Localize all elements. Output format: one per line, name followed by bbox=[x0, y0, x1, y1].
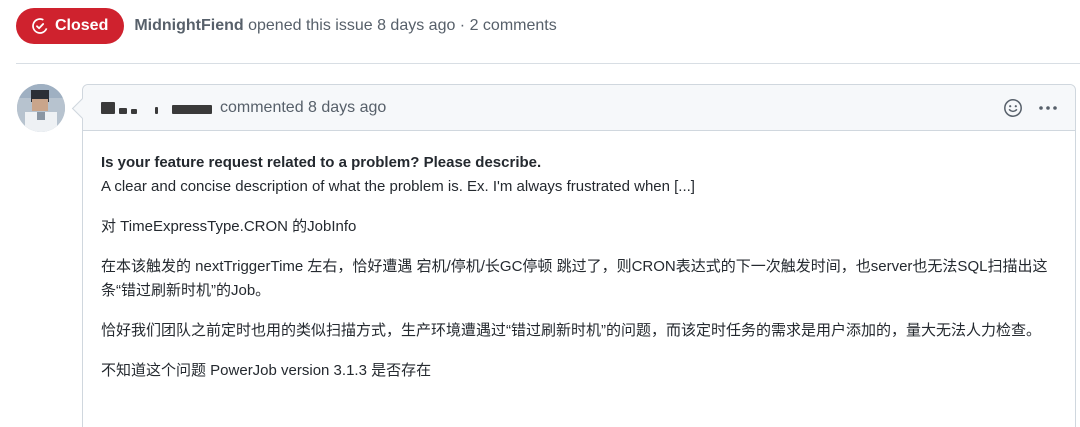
avatar[interactable] bbox=[17, 84, 65, 132]
comment-paragraph: Is your feature request related to a pro… bbox=[101, 151, 1057, 199]
comment-meta: commented 8 days ago bbox=[220, 98, 387, 116]
issue-state-label: Closed bbox=[55, 17, 109, 34]
avatar-image bbox=[17, 84, 65, 132]
issue-meta: MidnightFiend opened this issue 8 days a… bbox=[134, 17, 556, 35]
issue-author-link[interactable]: MidnightFiend bbox=[134, 17, 243, 34]
issue-closed-icon bbox=[32, 18, 48, 34]
comment-paragraph: 对 TimeExpressType.CRON 的JobInfo bbox=[101, 218, 357, 235]
comment-body: Is your feature request related to a pro… bbox=[83, 131, 1075, 383]
comment-paragraph: 不知道这个问题 PowerJob version 3.1.3 是否存在 bbox=[101, 362, 432, 379]
issue-meta-text: opened this issue 8 days ago · 2 comment… bbox=[243, 17, 557, 34]
paragraph-text: A clear and concise description of what … bbox=[101, 178, 695, 195]
comment-paragraph: 在本该触发的 nextTriggerTime 左右，恰好遭遇 宕机/停机/长GC… bbox=[101, 258, 1048, 299]
issue-state-badge: Closed bbox=[16, 8, 125, 44]
comment-header: commented 8 days ago bbox=[83, 85, 1075, 131]
paragraph-lead: Is your feature request related to a pro… bbox=[101, 154, 542, 171]
issue-header: Closed MidnightFiend opened this issue 8… bbox=[16, 7, 1080, 45]
comment-author-redacted[interactable] bbox=[101, 101, 212, 114]
kebab-horizontal-icon[interactable] bbox=[1037, 98, 1059, 118]
comment-actions bbox=[1003, 85, 1059, 131]
header-divider bbox=[16, 63, 1080, 64]
smiley-icon[interactable] bbox=[1003, 98, 1023, 118]
issue-page: Closed MidnightFiend opened this issue 8… bbox=[0, 0, 1080, 427]
comment-paragraph: 恰好我们团队之前定时也用的类似扫描方式，生产环境遭遇过“错过刷新时机”的问题，而… bbox=[101, 322, 1041, 339]
comment-box: commented 8 days ago Is your feature req… bbox=[82, 84, 1076, 427]
